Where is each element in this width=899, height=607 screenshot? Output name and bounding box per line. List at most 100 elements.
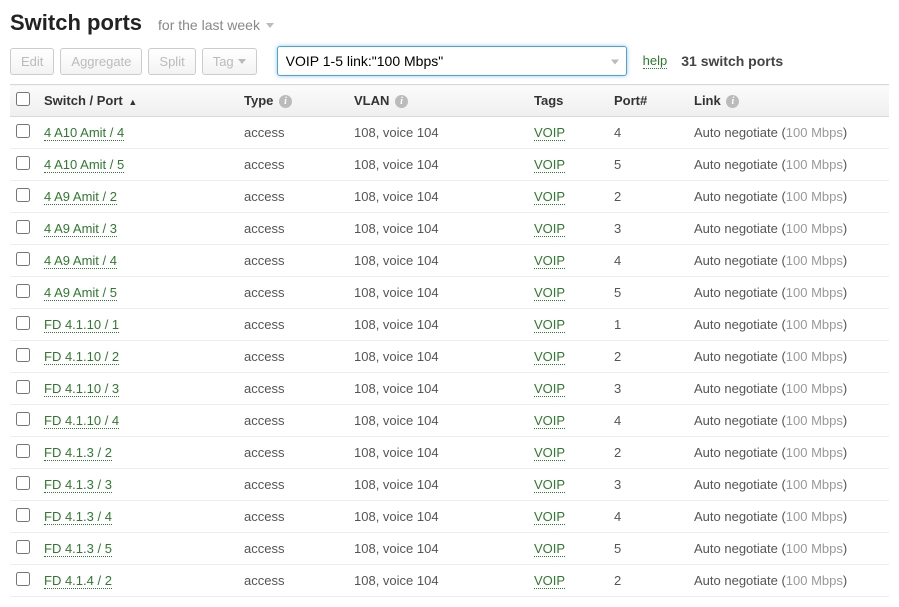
row-checkbox[interactable] bbox=[16, 380, 30, 394]
switch-port-link[interactable]: FD 4.1.10 / 4 bbox=[44, 413, 119, 429]
table-row: FD 4.1.10 / 3access108, voice 104VOIP3Au… bbox=[10, 373, 889, 405]
tag-link[interactable]: VOIP bbox=[534, 221, 565, 237]
cell-link: Auto negotiate (100 Mbps) bbox=[688, 277, 889, 309]
cell-vlan: 108, voice 104 bbox=[348, 149, 528, 181]
cell-link: Auto negotiate (100 Mbps) bbox=[688, 405, 889, 437]
time-range-dropdown[interactable]: for the last week bbox=[158, 17, 274, 33]
column-header-type[interactable]: Type i bbox=[238, 85, 348, 117]
cell-type: access bbox=[238, 245, 348, 277]
cell-link: Auto negotiate (100 Mbps) bbox=[688, 469, 889, 501]
cell-type: access bbox=[238, 405, 348, 437]
cell-type: access bbox=[238, 565, 348, 597]
column-header-link[interactable]: Link i bbox=[688, 85, 889, 117]
cell-port-num: 4 bbox=[608, 501, 688, 533]
tag-button-label: Tag bbox=[213, 54, 234, 69]
page-title: Switch ports bbox=[10, 10, 142, 36]
row-checkbox[interactable] bbox=[16, 540, 30, 554]
row-checkbox[interactable] bbox=[16, 220, 30, 234]
column-header-switch-port[interactable]: Switch / Port ▲ bbox=[38, 85, 238, 117]
cell-type: access bbox=[238, 309, 348, 341]
tag-link[interactable]: VOIP bbox=[534, 189, 565, 205]
table-row: 4 A10 Amit / 4access108, voice 104VOIP4A… bbox=[10, 117, 889, 149]
switch-port-link[interactable]: FD 4.1.3 / 3 bbox=[44, 477, 112, 493]
table-row: FD 4.1.4 / 2access108, voice 104VOIP2Aut… bbox=[10, 565, 889, 597]
tag-link[interactable]: VOIP bbox=[534, 157, 565, 173]
switch-port-link[interactable]: 4 A9 Amit / 4 bbox=[44, 253, 117, 269]
tag-link[interactable]: VOIP bbox=[534, 413, 565, 429]
cell-type: access bbox=[238, 149, 348, 181]
edit-button[interactable]: Edit bbox=[10, 48, 54, 75]
tag-link[interactable]: VOIP bbox=[534, 125, 565, 141]
row-checkbox[interactable] bbox=[16, 284, 30, 298]
switch-port-link[interactable]: FD 4.1.3 / 5 bbox=[44, 541, 112, 557]
switch-port-link[interactable]: 4 A10 Amit / 4 bbox=[44, 125, 124, 141]
search-input[interactable] bbox=[277, 46, 627, 76]
tag-link[interactable]: VOIP bbox=[534, 477, 565, 493]
row-checkbox[interactable] bbox=[16, 476, 30, 490]
row-checkbox[interactable] bbox=[16, 316, 30, 330]
tag-link[interactable]: VOIP bbox=[534, 317, 565, 333]
chevron-down-icon[interactable] bbox=[611, 54, 619, 69]
row-checkbox[interactable] bbox=[16, 124, 30, 138]
column-header-vlan[interactable]: VLAN i bbox=[348, 85, 528, 117]
split-button[interactable]: Split bbox=[148, 48, 195, 75]
row-checkbox[interactable] bbox=[16, 252, 30, 266]
switch-port-link[interactable]: 4 A9 Amit / 3 bbox=[44, 221, 117, 237]
switch-port-link[interactable]: 4 A9 Amit / 2 bbox=[44, 189, 117, 205]
cell-port-num: 5 bbox=[608, 149, 688, 181]
tag-link[interactable]: VOIP bbox=[534, 381, 565, 397]
table-row: 4 A9 Amit / 5access108, voice 104VOIP5Au… bbox=[10, 277, 889, 309]
switch-port-link[interactable]: FD 4.1.3 / 2 bbox=[44, 445, 112, 461]
tag-link[interactable]: VOIP bbox=[534, 541, 565, 557]
switch-port-link[interactable]: FD 4.1.4 / 2 bbox=[44, 573, 112, 589]
tag-link[interactable]: VOIP bbox=[534, 285, 565, 301]
cell-vlan: 108, voice 104 bbox=[348, 277, 528, 309]
cell-type: access bbox=[238, 277, 348, 309]
aggregate-button[interactable]: Aggregate bbox=[60, 48, 142, 75]
tag-button[interactable]: Tag bbox=[202, 48, 257, 75]
select-all-checkbox[interactable] bbox=[16, 92, 30, 106]
cell-vlan: 108, voice 104 bbox=[348, 501, 528, 533]
table-row: FD 4.1.3 / 4access108, voice 104VOIP4Aut… bbox=[10, 501, 889, 533]
switch-port-link[interactable]: FD 4.1.10 / 2 bbox=[44, 349, 119, 365]
info-icon[interactable]: i bbox=[279, 95, 292, 108]
switch-port-link[interactable]: FD 4.1.10 / 3 bbox=[44, 381, 119, 397]
row-checkbox[interactable] bbox=[16, 412, 30, 426]
table-row: 4 A10 Amit / 5 access108, voice 104 VOIP 5A… bbox=[10, 149, 889, 181]
row-checkbox[interactable] bbox=[16, 188, 30, 202]
row-checkbox[interactable] bbox=[16, 444, 30, 458]
cell-link: Auto negotiate (100 Mbps) bbox=[688, 373, 889, 405]
table-row: FD 4.1.3 / 3access108, voice 104VOIP3Aut… bbox=[10, 469, 889, 501]
cell-link: Auto negotiate (100 Mbps) bbox=[688, 149, 889, 181]
column-header-tags[interactable]: Tags bbox=[528, 85, 608, 117]
tag-link[interactable]: VOIP bbox=[534, 573, 565, 589]
table-row: FD 4.1.3 / 2access108, voice 104VOIP2Aut… bbox=[10, 437, 889, 469]
row-checkbox[interactable] bbox=[16, 508, 30, 522]
switch-port-link[interactable]: FD 4.1.3 / 4 bbox=[44, 509, 112, 525]
tag-link[interactable]: VOIP bbox=[534, 445, 565, 461]
column-header-port-num[interactable]: Port# bbox=[608, 85, 688, 117]
cell-link: Auto negotiate (100 Mbps) bbox=[688, 501, 889, 533]
switch-port-link[interactable]: 4 A10 Amit / 5 bbox=[44, 157, 124, 173]
cell-type: access bbox=[238, 341, 348, 373]
row-checkbox[interactable] bbox=[16, 348, 30, 362]
cell-port-num: 4 bbox=[608, 245, 688, 277]
table-row: FD 4.1.10 / 1access108, voice 104VOIP1Au… bbox=[10, 309, 889, 341]
cell-port-num: 2 bbox=[608, 341, 688, 373]
help-link[interactable]: help bbox=[643, 53, 668, 69]
row-checkbox[interactable] bbox=[16, 156, 30, 170]
table-row: FD 4.1.10 / 4access108, voice 104VOIP4Au… bbox=[10, 405, 889, 437]
tag-link[interactable]: VOIP bbox=[534, 509, 565, 525]
column-label: Type bbox=[244, 93, 273, 108]
row-checkbox[interactable] bbox=[16, 572, 30, 586]
tag-link[interactable]: VOIP bbox=[534, 253, 565, 269]
switch-port-link[interactable]: 4 A9 Amit / 5 bbox=[44, 285, 117, 301]
info-icon[interactable]: i bbox=[726, 95, 739, 108]
cell-port-num: 2 bbox=[608, 437, 688, 469]
tag-link[interactable]: VOIP bbox=[534, 349, 565, 365]
cell-link: Auto negotiate (100 Mbps) bbox=[688, 117, 889, 149]
column-header-checkbox[interactable] bbox=[10, 85, 38, 117]
cell-port-num: 2 bbox=[608, 565, 688, 597]
info-icon[interactable]: i bbox=[395, 95, 408, 108]
switch-port-link[interactable]: FD 4.1.10 / 1 bbox=[44, 317, 119, 333]
